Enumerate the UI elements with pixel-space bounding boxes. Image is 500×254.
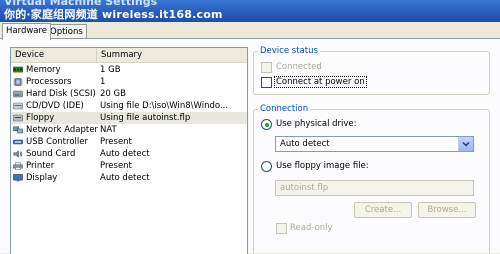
browse-button: Browse...	[418, 202, 476, 218]
use-floppy-image-radio[interactable]	[261, 161, 272, 172]
device-name: Floppy	[26, 113, 55, 123]
device-name: Printer	[26, 161, 55, 171]
title-bar: Virtual Machine Settings 你的·家庭组网频道 wirel…	[0, 0, 500, 22]
device-name: CD/DVD (IDE)	[26, 101, 84, 111]
connect-at-power-on-text: Connect at power on	[274, 76, 367, 88]
browse-button-label: Browse...	[427, 205, 467, 215]
cd-dvd-icon	[13, 102, 23, 110]
device-row-processors[interactable]: Processors 1	[11, 76, 247, 88]
tab-hardware[interactable]: Hardware	[2, 23, 52, 40]
read-only-label: Read-only	[290, 223, 333, 233]
device-row-display[interactable]: Display Auto detect	[11, 172, 247, 184]
device-summary: Using file D:\iso\Win8\Windo...	[100, 101, 229, 111]
device-row-memory[interactable]: Memory 1 GB	[11, 64, 247, 76]
column-header-summary[interactable]: Summary	[97, 48, 247, 62]
create-button: Create...	[354, 202, 412, 218]
device-status-legend: Device status	[258, 46, 320, 57]
physical-drive-value: Auto detect	[280, 139, 330, 149]
device-summary: 1 GB	[100, 65, 121, 75]
device-row-network-adapter[interactable]: Network Adapter NAT	[11, 124, 247, 136]
physical-drive-select[interactable]: Auto detect	[275, 136, 474, 152]
floppy-image-file-value: autoinst.flp	[280, 183, 329, 193]
chevron-down-icon	[462, 141, 470, 147]
tab-strip: Hardware Options	[0, 22, 500, 40]
floppy-icon	[13, 114, 23, 122]
device-summary: 1	[100, 77, 106, 87]
sound-card-icon	[13, 150, 23, 158]
floppy-image-file-field: autoinst.flp	[275, 180, 474, 196]
device-summary: Auto detect	[100, 173, 150, 183]
device-name: Processors	[26, 77, 72, 87]
device-row-usb-controller[interactable]: USB Controller Present	[11, 136, 247, 148]
device-name: Sound Card	[26, 149, 76, 159]
printer-icon	[13, 162, 23, 170]
tab-options[interactable]: Options	[46, 24, 87, 39]
radio-selected-dot	[264, 122, 269, 127]
use-physical-drive-radio[interactable]	[261, 119, 272, 130]
column-header-device[interactable]: Device	[11, 48, 97, 62]
connection-group: Connection Use physical drive: Auto dete…	[253, 104, 490, 254]
network-adapter-icon	[13, 126, 23, 134]
display-icon	[13, 174, 23, 182]
device-row-hard-disk[interactable]: Hard Disk (SCSI) 20 GB	[11, 88, 247, 100]
read-only-checkbox	[276, 223, 287, 234]
device-summary: Auto detect	[100, 149, 150, 159]
device-list-header: Device Summary	[11, 48, 247, 63]
device-list[interactable]: Device Summary Memory 1 GB Processors 1 …	[10, 47, 248, 254]
watermark-text: 你的·家庭组网频道 wireless.it168.com	[4, 8, 223, 21]
connect-at-power-on-checkbox[interactable]	[261, 77, 272, 88]
device-summary: 20 GB	[100, 89, 126, 99]
connected-label: Connected	[276, 62, 322, 72]
memory-icon	[13, 66, 23, 74]
device-row-sound-card[interactable]: Sound Card Auto detect	[11, 148, 247, 160]
use-physical-drive-label[interactable]: Use physical drive:	[276, 118, 357, 130]
dropdown-button[interactable]	[458, 137, 473, 151]
device-status-group: Device status Connected Connect at power…	[253, 46, 490, 95]
hardware-panel: Device Summary Memory 1 GB Processors 1 …	[0, 38, 500, 254]
device-row-floppy[interactable]: Floppy Using file autoinst.flp	[11, 112, 247, 124]
connect-at-power-on-label[interactable]: Connect at power on	[274, 76, 367, 88]
use-floppy-image-label[interactable]: Use floppy image file:	[276, 160, 369, 172]
device-name: Display	[26, 173, 58, 183]
device-name: Memory	[26, 65, 61, 75]
device-summary: Present	[100, 137, 132, 147]
device-summary: Present	[100, 161, 132, 171]
device-name: Network Adapter	[26, 125, 98, 135]
processor-icon	[13, 78, 23, 86]
device-row-cd-dvd[interactable]: CD/DVD (IDE) Using file D:\iso\Win8\Wind…	[11, 100, 247, 112]
usb-controller-icon	[13, 139, 23, 145]
device-summary: NAT	[100, 125, 117, 135]
create-button-label: Create...	[364, 205, 402, 215]
device-name: Hard Disk (SCSI)	[26, 89, 96, 99]
device-row-printer[interactable]: Printer Present	[11, 160, 247, 172]
device-name: USB Controller	[26, 137, 88, 147]
hard-disk-icon	[13, 90, 23, 98]
connected-checkbox	[261, 62, 272, 73]
device-summary: Using file autoinst.flp	[100, 113, 191, 123]
connection-legend: Connection	[258, 104, 311, 115]
